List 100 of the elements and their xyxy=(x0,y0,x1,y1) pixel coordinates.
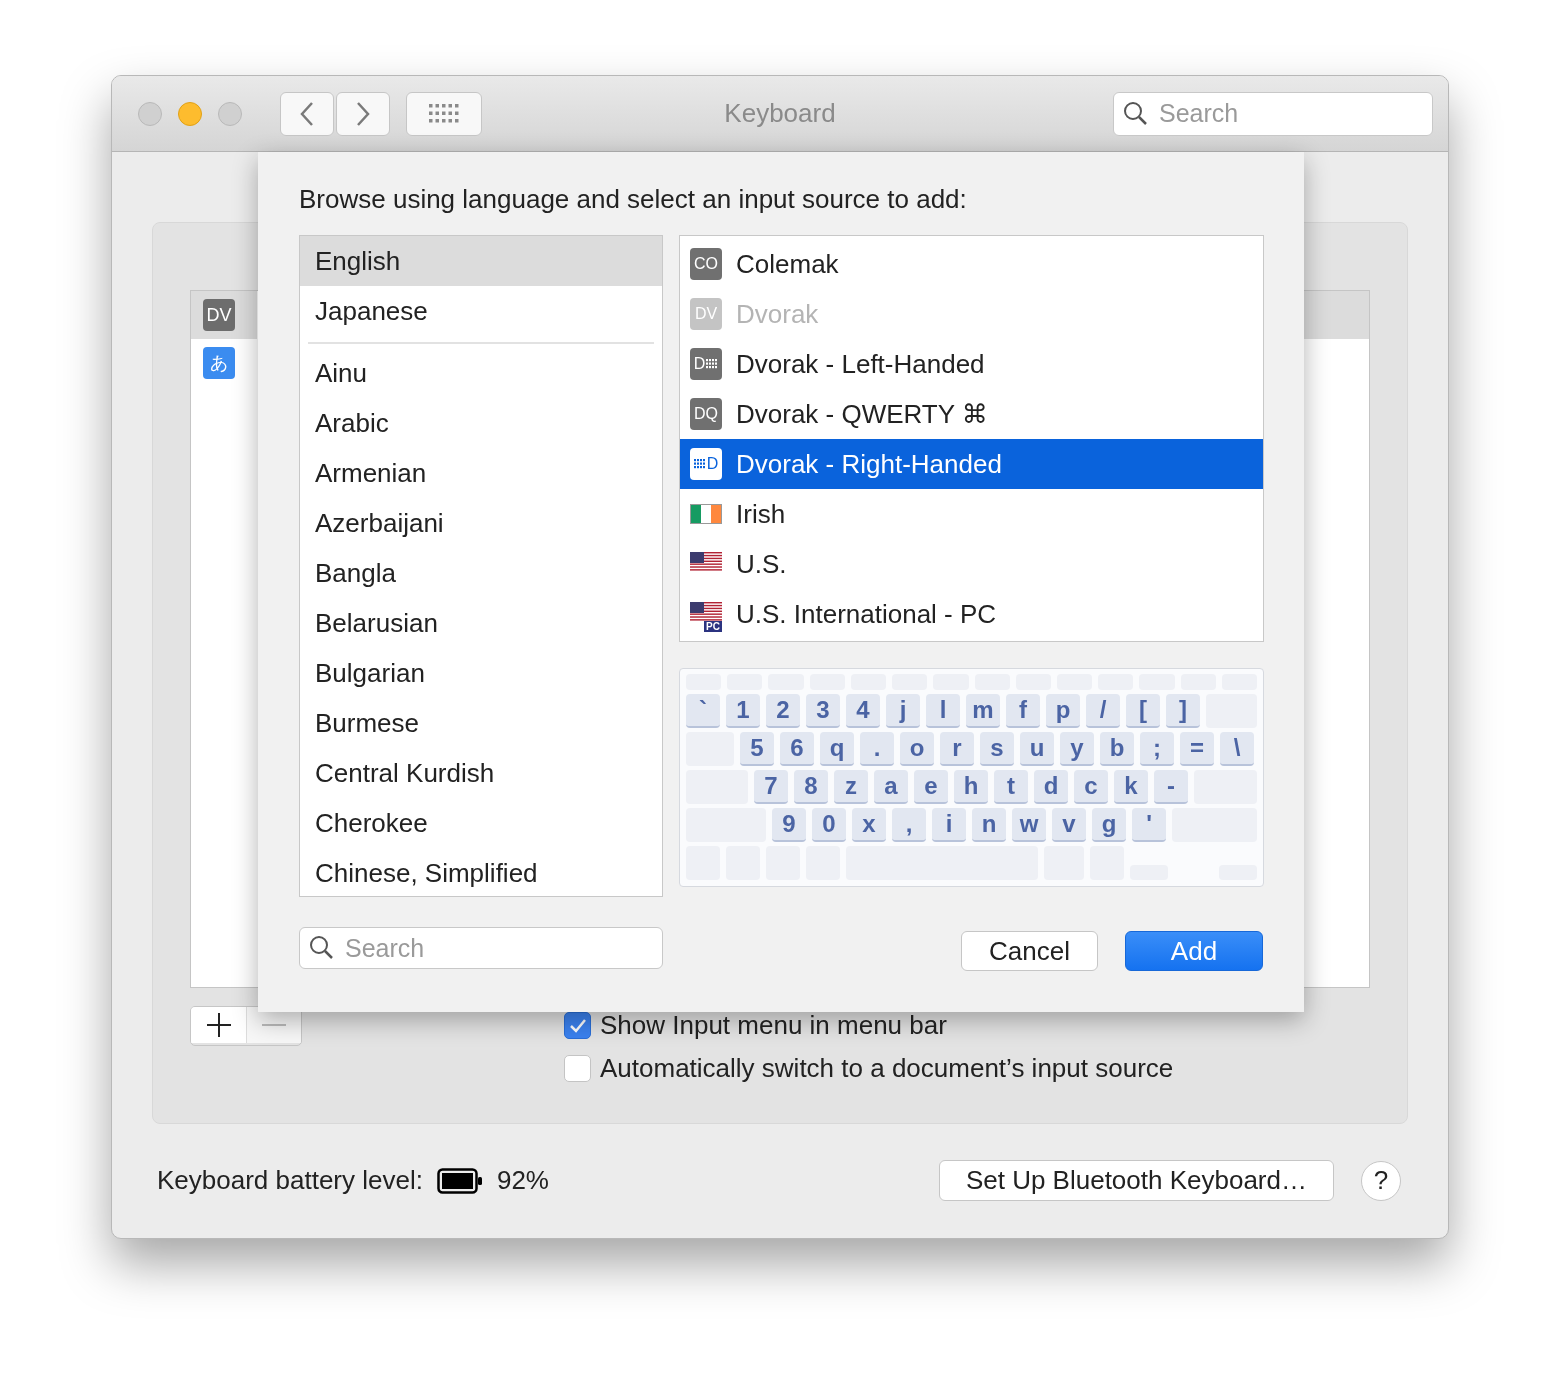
language-item[interactable]: Central Kurdish xyxy=(300,748,662,798)
input-source-item[interactable]: PC U.S. International - PC xyxy=(680,589,1263,639)
input-source-item[interactable]: Irish xyxy=(680,489,1263,539)
checkbox[interactable] xyxy=(564,1055,591,1082)
key: x xyxy=(852,808,886,842)
show-all-button[interactable] xyxy=(406,91,482,136)
grid-icon xyxy=(429,103,459,124)
key: v xyxy=(1052,808,1086,842)
language-item[interactable]: Bulgarian xyxy=(300,648,662,698)
input-source-item[interactable]: DQ Dvorak - QWERTY ⌘ xyxy=(680,389,1263,439)
key: d xyxy=(1034,770,1068,804)
layout-keys-icon: D xyxy=(690,348,722,380)
key: a xyxy=(874,770,908,804)
back-button[interactable] xyxy=(280,91,334,136)
key: k xyxy=(1114,770,1148,804)
language-item[interactable]: Burmese xyxy=(300,698,662,748)
add-button[interactable]: Add xyxy=(1125,931,1263,971)
key: h xyxy=(954,770,988,804)
key: 2 xyxy=(766,694,800,728)
flag-icon xyxy=(690,504,722,524)
battery-label: Keyboard battery level: xyxy=(157,1165,423,1196)
key: e xyxy=(914,770,948,804)
window-title: Keyboard xyxy=(724,98,836,129)
layout-badge-icon: DV xyxy=(690,298,722,330)
option-label: Show Input menu in menu bar xyxy=(600,1010,947,1041)
language-item[interactable]: Bangla xyxy=(300,548,662,598)
key: ` xyxy=(686,694,720,728)
checkmark-icon xyxy=(568,1017,587,1034)
key: t xyxy=(994,770,1028,804)
key: b xyxy=(1100,732,1134,766)
key: j xyxy=(886,694,920,728)
key: 9 xyxy=(772,808,806,842)
key: m xyxy=(966,694,1000,728)
chevron-left-icon xyxy=(298,100,316,127)
add-source-button[interactable] xyxy=(191,1007,246,1043)
language-item[interactable]: Chinese, Simplified xyxy=(300,848,662,896)
search-field[interactable]: Search xyxy=(1113,91,1433,136)
key: w xyxy=(1012,808,1046,842)
key: y xyxy=(1060,732,1094,766)
language-item[interactable]: Belarusian xyxy=(300,598,662,648)
minus-icon xyxy=(261,1024,287,1026)
language-item[interactable]: Cherokee xyxy=(300,798,662,848)
input-source-item[interactable]: CO Colemak xyxy=(680,239,1263,289)
input-source-item[interactable]: D Dvorak - Left-Handed xyxy=(680,339,1263,389)
language-item[interactable]: Azerbaijani xyxy=(300,498,662,548)
key: 8 xyxy=(794,770,828,804)
language-item[interactable]: Armenian xyxy=(300,448,662,498)
key: o xyxy=(900,732,934,766)
input-source-row[interactable]: DV xyxy=(191,291,257,339)
layout-keys-icon: D xyxy=(690,448,722,480)
battery-icon xyxy=(436,1167,483,1194)
key: l xyxy=(926,694,960,728)
cancel-button[interactable]: Cancel xyxy=(961,931,1098,971)
help-button[interactable]: ? xyxy=(1361,1160,1401,1201)
key: 5 xyxy=(740,732,774,766)
key: i xyxy=(932,808,966,842)
key: [ xyxy=(1126,694,1160,728)
chevron-right-icon xyxy=(354,100,372,127)
setup-bluetooth-button[interactable]: Set Up Bluetooth Keyboard… xyxy=(938,1160,1334,1201)
plus-icon xyxy=(205,1012,232,1038)
key: q xyxy=(820,732,854,766)
battery-reading: 92% xyxy=(496,1165,549,1196)
layout-badge-icon: DQ xyxy=(690,398,722,430)
key: 3 xyxy=(806,694,840,728)
input-source-icon: DV xyxy=(203,299,235,331)
input-source-icon: あ xyxy=(203,347,235,379)
key: \ xyxy=(1220,732,1254,766)
key: , xyxy=(892,808,926,842)
key: 1 xyxy=(726,694,760,728)
language-item[interactable]: Arabic xyxy=(300,398,662,448)
key: / xyxy=(1086,694,1120,728)
checkbox[interactable] xyxy=(564,1012,591,1039)
key: - xyxy=(1154,770,1188,804)
input-source-item[interactable]: D Dvorak - Right-Handed xyxy=(680,439,1263,489)
key: c xyxy=(1074,770,1108,804)
key: 0 xyxy=(812,808,846,842)
language-item[interactable]: English xyxy=(300,236,662,286)
key: 4 xyxy=(846,694,880,728)
key: n xyxy=(972,808,1006,842)
key: ] xyxy=(1166,694,1200,728)
key: g xyxy=(1092,808,1126,842)
option-label: Automatically switch to a document’s input source xyxy=(600,1053,1174,1084)
key: s xyxy=(980,732,1014,766)
language-item[interactable]: Japanese xyxy=(300,286,662,336)
minimize-button[interactable] xyxy=(178,101,202,126)
key: z xyxy=(834,770,868,804)
key: u xyxy=(1020,732,1054,766)
key: = xyxy=(1180,732,1214,766)
search-icon xyxy=(309,935,335,961)
key: 6 xyxy=(780,732,814,766)
language-search-field[interactable]: Search xyxy=(299,927,663,969)
input-source-item[interactable]: U.S. xyxy=(680,539,1263,589)
language-item[interactable]: Ainu xyxy=(300,348,662,398)
forward-button[interactable] xyxy=(336,91,390,136)
key: ; xyxy=(1140,732,1174,766)
layout-badge-icon: CO xyxy=(690,248,722,280)
key: ' xyxy=(1132,808,1166,842)
key: f xyxy=(1006,694,1040,728)
search-icon xyxy=(1123,100,1149,127)
key: p xyxy=(1046,694,1080,728)
